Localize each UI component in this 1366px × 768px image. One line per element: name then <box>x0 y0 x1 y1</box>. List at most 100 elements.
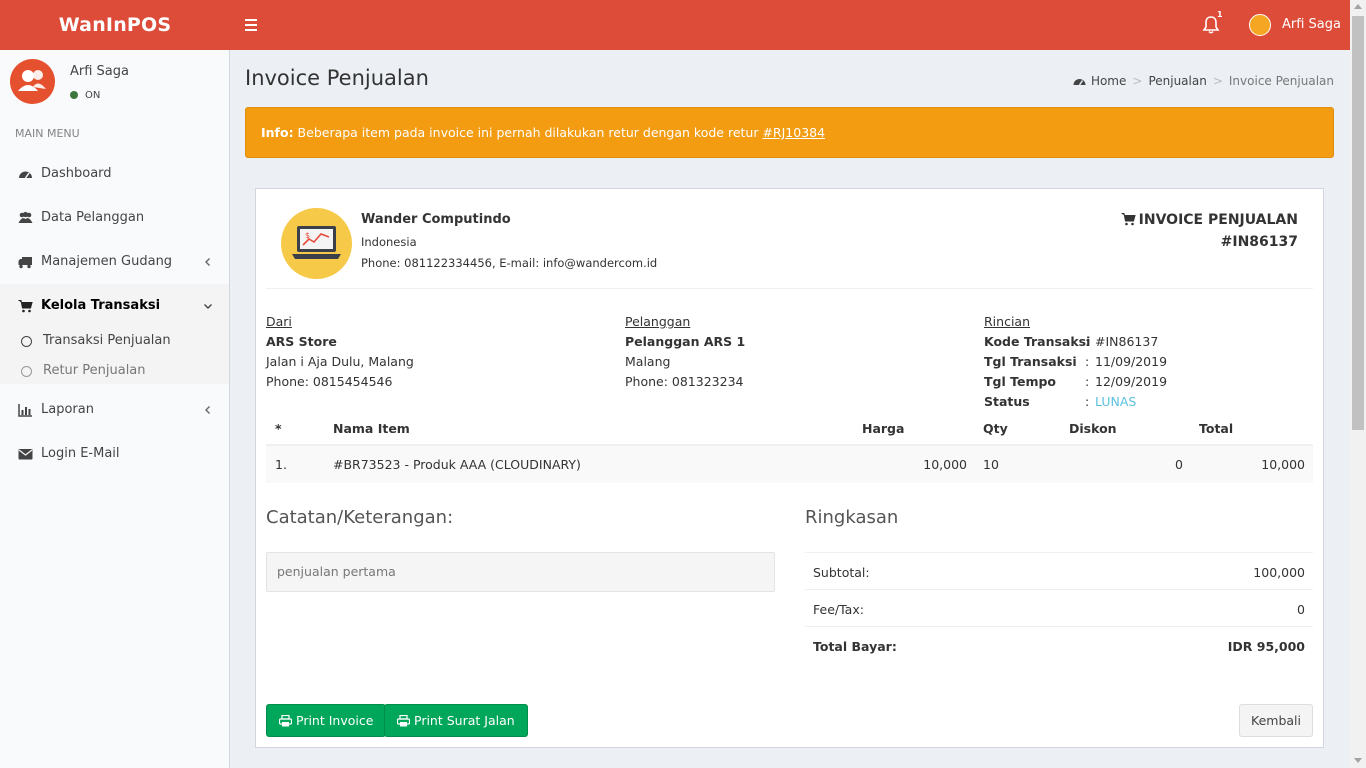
col-header-harga: Harga <box>862 421 905 436</box>
from-phone: Phone: 0815454546 <box>266 374 393 389</box>
summary-row-subtotal: Subtotal: 100,000 <box>805 552 1313 589</box>
sidebar-item-data-pelanggan[interactable]: Data Pelanggan <box>0 196 229 240</box>
sidebar-item-login-email[interactable]: Login E-Mail <box>0 432 229 476</box>
sidebar-item-manajemen-gudang[interactable]: Manajemen Gudang <box>0 240 229 284</box>
sidebar-item-laporan[interactable]: Laporan <box>0 388 229 432</box>
detail-key: Tgl Transaksi <box>984 354 1077 369</box>
col-header-item: Nama Item <box>333 421 410 436</box>
company-name: Wander Computindo <box>361 212 511 227</box>
detail-row-kode: Kode Transaksi: #IN86137 <box>984 332 1167 352</box>
detail-row-tgl-transaksi: Tgl Transaksi:11/09/2019 <box>984 352 1167 372</box>
detail-key: Kode Transaksi <box>984 334 1091 349</box>
bar-chart-icon <box>18 404 32 417</box>
chevron-left-icon <box>205 258 210 266</box>
col-header-qty: Qty <box>983 421 1008 436</box>
customer-name: Pelanggan ARS 1 <box>625 334 746 349</box>
sidebar: Arfi Saga ON MAIN MENU Dashboard Data Pe… <box>0 50 230 768</box>
summary-label: Subtotal: <box>813 565 870 580</box>
cell-price: 10,000 <box>923 457 967 472</box>
customer-block: Pelanggan Pelanggan ARS 1 Malang Phone: … <box>625 312 745 392</box>
sidebar-item-kelola-transaksi[interactable]: Kelola Transaksi <box>0 284 229 328</box>
alert-prefix: Info: <box>261 125 294 140</box>
company-contact: Phone: 081122334456, E-mail: info@wander… <box>361 256 658 270</box>
scroll-down-arrow-icon[interactable] <box>1354 758 1362 763</box>
breadcrumb-home[interactable]: Home <box>1091 74 1126 88</box>
truck-icon <box>18 257 32 269</box>
details-block: Rincian Kode Transaksi: #IN86137 Tgl Tran… <box>984 312 1167 412</box>
from-label: Dari <box>266 314 292 329</box>
top-user-name[interactable]: Arfi Saga <box>1282 17 1341 32</box>
sidebar-item-label: Data Pelanggan <box>41 210 145 225</box>
online-dot-icon <box>70 91 78 99</box>
print-icon <box>278 714 293 727</box>
breadcrumb-separator: > <box>1212 74 1223 88</box>
cart-icon <box>1121 213 1136 226</box>
cell-qty: 10 <box>983 457 999 472</box>
page-title: Invoice Penjualan <box>245 66 429 90</box>
detail-colon: : <box>1085 354 1090 369</box>
scroll-up-arrow-icon[interactable] <box>1354 4 1362 9</box>
circle-icon <box>21 366 32 377</box>
sidebar-toggle-icon[interactable] <box>242 16 260 34</box>
col-header-diskon: Diskon <box>1069 421 1117 436</box>
summary-label: Fee/Tax: <box>813 602 864 617</box>
notes-title: Catatan/Keterangan: <box>266 507 454 528</box>
status-badge: LUNAS <box>1095 394 1137 409</box>
print-invoice-button[interactable]: Print Invoice <box>266 704 387 737</box>
detail-value: 12/09/2019 <box>1095 374 1168 389</box>
customer-address: Malang <box>625 354 671 369</box>
from-block: Dari ARS Store Jalan i Aja Dulu, Malang … <box>266 312 414 392</box>
dashboard-icon <box>19 171 32 179</box>
breadcrumb-separator: > <box>1132 74 1143 88</box>
summary-value: IDR 95,000 <box>1227 639 1305 654</box>
summary-table: Subtotal: 100,000 Fee/Tax: 0 Total Bayar: I… <box>805 552 1313 663</box>
notes-box: penjualan pertama <box>266 552 775 592</box>
chevron-down-icon <box>204 304 212 309</box>
detail-colon: : <box>1085 394 1090 409</box>
alert-message: Beberapa item pada invoice ini pernah di… <box>293 125 763 140</box>
envelope-icon <box>18 449 33 460</box>
info-alert: Info: Beberapa item pada invoice ini per… <box>245 107 1334 158</box>
from-address: Jalan i Aja Dulu, Malang <box>266 354 414 369</box>
top-navbar: WanInPOS 1 Arfi Saga <box>0 0 1350 50</box>
submenu-item-transaksi-penjualan[interactable]: Transaksi Penjualan <box>0 330 229 356</box>
detail-colon: : <box>1085 374 1090 389</box>
submenu-item-label: Transaksi Penjualan <box>43 333 171 348</box>
sidebar-item-dashboard[interactable]: Dashboard <box>0 152 229 196</box>
user-avatar[interactable] <box>1249 14 1271 36</box>
online-status: ON <box>70 90 100 101</box>
sidebar-user-name: Arfi Saga <box>70 64 129 79</box>
customer-phone: Phone: 081323234 <box>625 374 744 389</box>
submenu-item-retur-penjualan[interactable]: Retur Penjualan <box>0 360 229 386</box>
detail-value: 11/09/2019 <box>1095 354 1168 369</box>
notification-badge: 1 <box>1217 10 1223 19</box>
sidebar-item-label: Laporan <box>41 402 94 417</box>
detail-key: Tgl Tempo <box>984 374 1057 389</box>
back-button[interactable]: Kembali <box>1239 704 1313 737</box>
invoice-card: $ Wander Computindo Indonesia Phone: 081… <box>255 188 1324 748</box>
invoice-code: #IN86137 <box>1220 234 1298 250</box>
summary-value: 100,000 <box>1253 565 1305 580</box>
table-row: 1. #BR73523 - Produk AAA (CLOUDINARY) 10… <box>266 446 1313 483</box>
sidebar-item-label: Kelola Transaksi <box>41 298 161 313</box>
print-surat-jalan-button[interactable]: Print Surat Jalan <box>384 704 528 737</box>
brand-logo[interactable]: WanInPOS <box>0 0 230 50</box>
menu-header: MAIN MENU <box>15 127 80 140</box>
users-avatar-icon <box>18 70 46 91</box>
detail-row-tgl-tempo: Tgl Tempo:12/09/2019 <box>984 372 1167 392</box>
svg-text:$: $ <box>305 231 310 240</box>
col-header-total: Total <box>1199 421 1234 436</box>
breadcrumb-penjualan[interactable]: Penjualan <box>1148 74 1206 88</box>
users-icon <box>18 211 33 223</box>
detail-colon: : <box>1085 334 1090 349</box>
breadcrumb-current: Invoice Penjualan <box>1228 74 1334 88</box>
summary-title: Ringkasan <box>805 507 899 528</box>
details-label: Rincian <box>984 314 1031 329</box>
sidebar-item-label: Login E-Mail <box>41 446 120 461</box>
detail-row-status: Status: LUNAS <box>984 392 1167 412</box>
from-name: ARS Store <box>266 334 337 349</box>
scrollbar-thumb[interactable] <box>1352 16 1364 430</box>
invoice-title: INVOICE PENJUALAN <box>1121 212 1298 228</box>
retur-code-link[interactable]: #RJ10384 <box>762 125 825 140</box>
cart-icon <box>18 300 33 313</box>
